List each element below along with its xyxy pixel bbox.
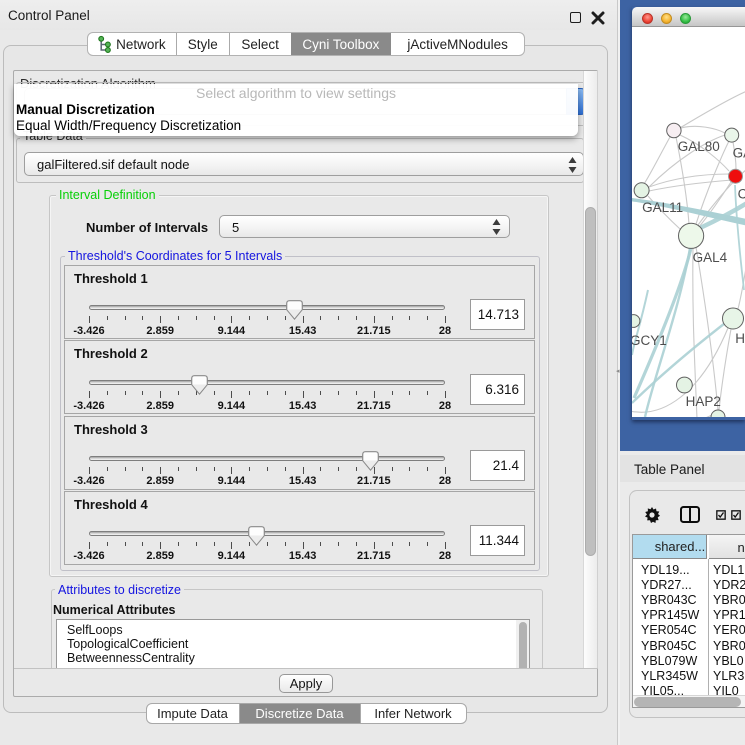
svg-text:GA: GA (733, 146, 745, 161)
svg-text:GAL80: GAL80 (678, 139, 720, 154)
svg-text:GCY1: GCY1 (632, 333, 667, 348)
svg-text:GAL4: GAL4 (693, 250, 728, 265)
svg-text:C: C (738, 187, 745, 202)
svg-text:H: H (735, 331, 745, 346)
svg-text:GAL11: GAL11 (642, 200, 683, 215)
svg-text:HAP2: HAP2 (686, 394, 721, 409)
